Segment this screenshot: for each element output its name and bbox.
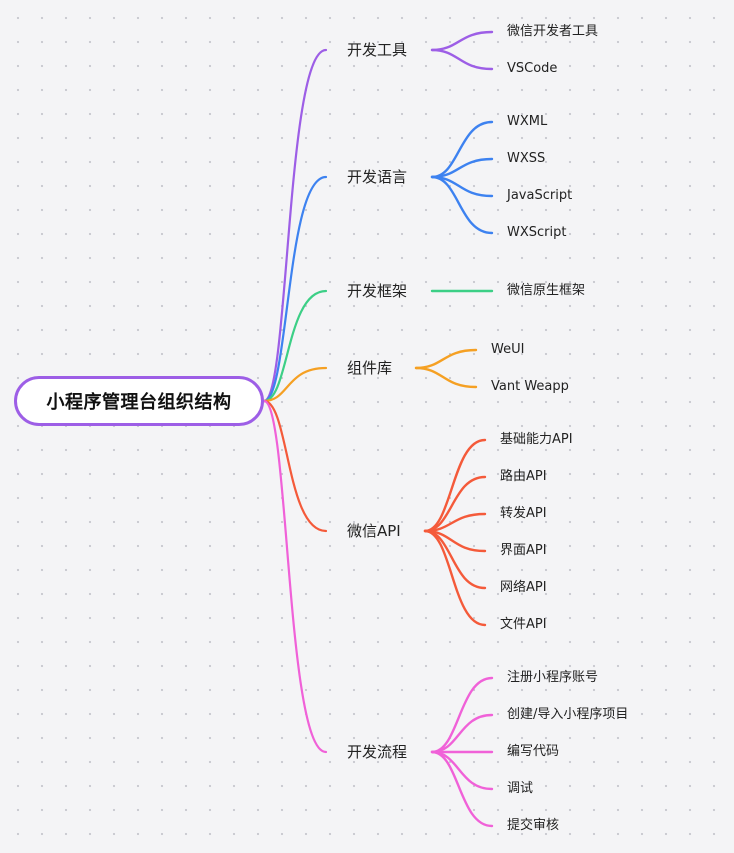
mindmap-connectors xyxy=(262,30,494,828)
root-node[interactable]: 小程序管理台组织结构 xyxy=(14,376,264,426)
leaf-node-5-1[interactable]: 基础能力API xyxy=(500,432,573,448)
leaf-node-5-4[interactable]: 界面API xyxy=(500,543,547,559)
branch-5-connector-6 xyxy=(423,529,487,627)
branch-6-connector-2 xyxy=(430,713,494,754)
branch-node-5[interactable]: 微信API xyxy=(347,522,401,540)
branch-1-connector-2 xyxy=(430,48,494,71)
leaf-node-6-4[interactable]: 调试 xyxy=(507,781,533,797)
leaf-node-5-2[interactable]: 路由API xyxy=(500,469,547,485)
leaf-node-2-4[interactable]: WXScript xyxy=(507,225,566,241)
mindmap-canvas: 小程序管理台组织结构 开发工具 微信开发者工具 VSCode 开发语言 WXML WXSS… xyxy=(0,0,734,853)
branch-node-3[interactable]: 开发框架 xyxy=(347,282,407,300)
branch-4-connector-2 xyxy=(414,366,478,389)
root-connector-1 xyxy=(262,48,328,403)
branch-5-connector-1 xyxy=(423,438,487,533)
leaf-node-4-1[interactable]: WeUI xyxy=(491,342,524,358)
leaf-node-3-1[interactable]: 微信原生框架 xyxy=(507,283,585,299)
root-connector-6 xyxy=(262,399,328,754)
leaf-node-1-1[interactable]: 微信开发者工具 xyxy=(507,24,598,40)
leaf-node-4-2[interactable]: Vant Weapp xyxy=(491,379,569,395)
leaf-node-6-1[interactable]: 注册小程序账号 xyxy=(507,670,598,686)
leaf-node-6-2[interactable]: 创建/导入小程序项目 xyxy=(507,707,628,723)
leaf-node-5-3[interactable]: 转发API xyxy=(500,506,547,522)
leaf-node-1-2[interactable]: VSCode xyxy=(507,61,557,77)
branch-2-connector-4 xyxy=(430,175,494,235)
leaf-node-6-3[interactable]: 编写代码 xyxy=(507,744,559,760)
leaf-node-6-5[interactable]: 提交审核 xyxy=(507,818,559,834)
branch-node-1[interactable]: 开发工具 xyxy=(347,41,407,59)
branch-5-connector-2 xyxy=(423,475,487,533)
branch-node-4[interactable]: 组件库 xyxy=(347,359,392,377)
branch-1-connector-1 xyxy=(430,30,494,52)
branch-6-connector-4 xyxy=(430,750,494,791)
leaf-node-2-2[interactable]: WXSS xyxy=(507,151,545,167)
branch-4-connector-1 xyxy=(414,348,478,370)
branch-2-connector-1 xyxy=(430,120,494,179)
leaf-node-2-1[interactable]: WXML xyxy=(507,114,547,130)
root-connector-2 xyxy=(262,175,328,403)
branch-node-2[interactable]: 开发语言 xyxy=(347,168,407,186)
branch-node-6[interactable]: 开发流程 xyxy=(347,743,407,761)
leaf-node-2-3[interactable]: JavaScript xyxy=(507,188,572,204)
leaf-node-5-6[interactable]: 文件API xyxy=(500,617,547,633)
branch-5-connector-5 xyxy=(423,529,487,590)
leaf-node-5-5[interactable]: 网络API xyxy=(500,580,547,596)
